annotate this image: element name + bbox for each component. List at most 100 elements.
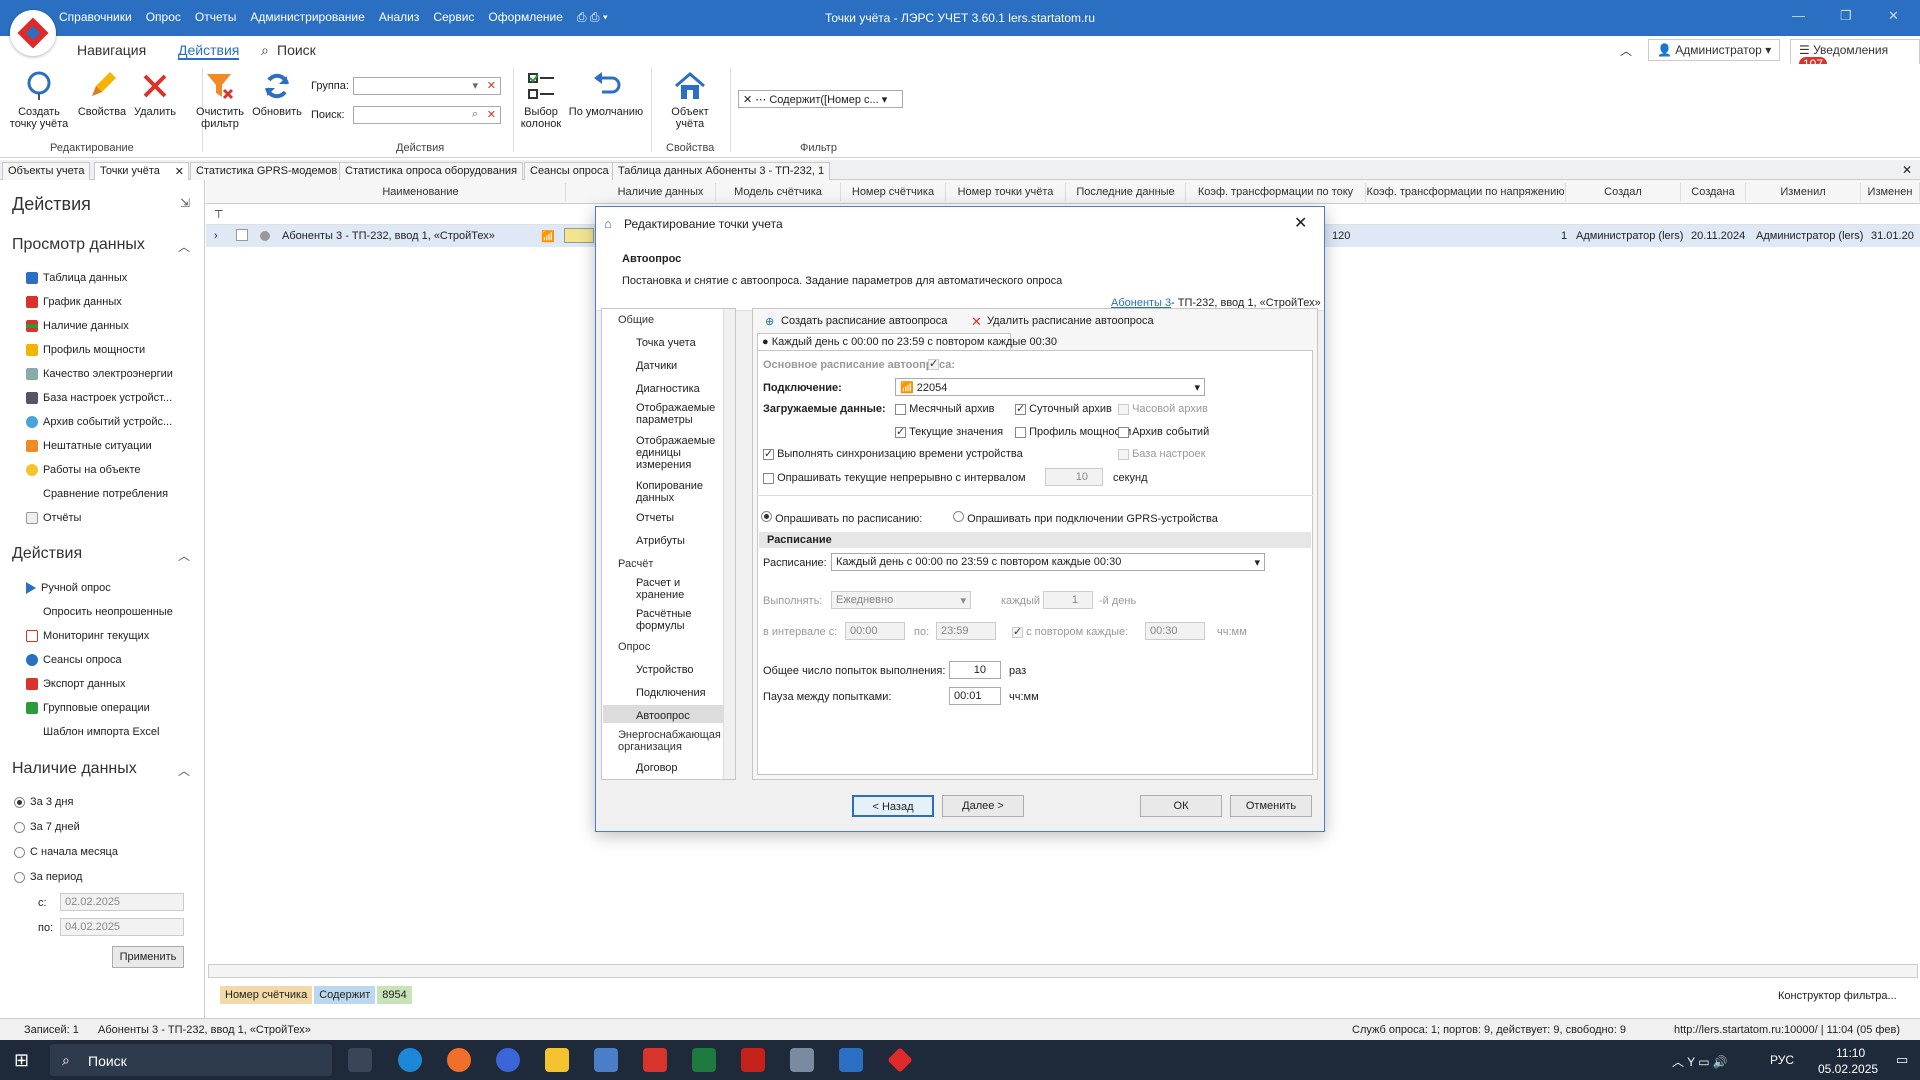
repeat-input[interactable]: 00:30	[1145, 622, 1205, 640]
col-created-by[interactable]: Создал	[1566, 183, 1681, 201]
every-input[interactable]: 1	[1043, 591, 1093, 609]
tab-search[interactable]: Поиск	[277, 42, 316, 58]
clock-date[interactable]: 05.02.2025	[1818, 1062, 1878, 1076]
chevron-up-icon[interactable]: ︿	[178, 547, 190, 564]
view-reports[interactable]: Отчёты	[26, 512, 81, 524]
col-meter-number[interactable]: Номер счётчика	[841, 183, 946, 201]
filter-icon[interactable]: ⊤	[214, 208, 224, 221]
next-button[interactable]: Далее >	[942, 795, 1024, 817]
excel-icon[interactable]	[692, 1048, 716, 1072]
action-group-ops[interactable]: Групповые операции	[26, 702, 150, 714]
cb-continuous[interactable]: Опрашивать текущие непрерывно с интервал…	[763, 472, 1026, 484]
view-power-profile[interactable]: Профиль мощности	[26, 344, 145, 356]
actions-header[interactable]: Действия	[12, 545, 82, 563]
tab-points[interactable]: Точки учёта ✕	[94, 162, 189, 180]
app-logo[interactable]	[10, 10, 56, 56]
col-last-data[interactable]: Последние данные	[1066, 183, 1186, 201]
view-chart[interactable]: График данных	[26, 296, 122, 308]
cb-monthly[interactable]: Месячный архив	[895, 403, 994, 415]
close-icon[interactable]: ✕	[1888, 8, 1899, 24]
object-button[interactable]: Объект учёта	[660, 70, 720, 130]
tree-formulas[interactable]: Расчётные формулы	[636, 608, 720, 632]
monitor-app-icon[interactable]	[839, 1048, 863, 1072]
view-settings-db[interactable]: База настроек устройст...	[26, 392, 172, 404]
chevron-up-icon[interactable]: ︿	[178, 238, 190, 255]
cb-current[interactable]: Текущие значения	[895, 425, 1003, 438]
close-icon[interactable]: ✕	[1294, 213, 1307, 233]
filter-chip-op[interactable]: Содержит	[314, 986, 376, 1004]
tab-poll-sessions[interactable]: Сеансы опроса	[524, 162, 615, 180]
availability-header[interactable]: Наличие данных	[12, 760, 137, 778]
cb-power[interactable]: Профиль мощности	[1015, 426, 1131, 438]
clear-icon[interactable]: ✕ ⋯	[743, 94, 769, 106]
create-point-button[interactable]: Создать точку учёта	[4, 70, 74, 130]
time-to-input[interactable]: 23:59	[936, 622, 996, 640]
group-select[interactable]: ▾ ✕	[353, 77, 501, 95]
default-button[interactable]: По умолчанию	[568, 70, 644, 118]
view-compare[interactable]: Сравнение потребления	[26, 488, 168, 500]
menu-admin[interactable]: Администрирование	[250, 10, 364, 25]
schedule-tab[interactable]: ● Каждый день с 00:00 по 23:59 с повторо…	[757, 333, 1057, 351]
store-icon[interactable]	[594, 1048, 618, 1072]
app-red-icon[interactable]	[643, 1048, 667, 1072]
to-date-input[interactable]: 04.02.2025	[60, 918, 184, 936]
schedule-select[interactable]: Каждый день с 00:00 по 23:59 с повтором …	[831, 553, 1265, 571]
view-table[interactable]: Таблица данных	[26, 272, 127, 284]
pin-icon[interactable]: ⇲	[180, 196, 190, 210]
cb-hourly[interactable]: Часовой архив	[1118, 403, 1208, 415]
col-point-number[interactable]: Номер точки учёта	[946, 183, 1066, 201]
period-3days[interactable]: За 3 дня	[14, 796, 73, 808]
cb-events[interactable]: Архив событий	[1118, 426, 1209, 438]
explorer-icon[interactable]	[545, 1048, 569, 1072]
menu-theme[interactable]: Оформление	[488, 10, 562, 25]
menu-poll[interactable]: Опрос	[146, 10, 181, 25]
cb-daily[interactable]: Суточный архив	[1015, 402, 1112, 415]
search-input[interactable]: ⌕ ✕	[353, 106, 501, 124]
task-view-icon[interactable]	[348, 1048, 372, 1072]
col-modified-by[interactable]: Изменил	[1746, 183, 1861, 201]
tree-calc-store[interactable]: Расчет и хранение	[636, 577, 720, 601]
cb-repeat[interactable]: с повтором каждые:	[1012, 625, 1128, 638]
expand-icon[interactable]: ›	[214, 227, 218, 245]
properties-button[interactable]: Свойства	[77, 70, 127, 118]
clear-icon[interactable]: ✕	[487, 79, 496, 92]
col-model[interactable]: Модель счётчика	[716, 183, 841, 201]
cancel-button[interactable]: Отменить	[1230, 795, 1312, 817]
user-menu[interactable]: 👤 Администратор ▾	[1648, 39, 1781, 61]
view-event-archive[interactable]: Архив событий устройс...	[26, 416, 172, 428]
chevron-up-icon[interactable]: ︿	[178, 762, 190, 779]
radio-by-schedule[interactable]: Опрашивать по расписанию:	[761, 511, 922, 525]
period-month[interactable]: С начала месяца	[14, 846, 118, 858]
tree-device[interactable]: Устройство	[636, 664, 694, 676]
choose-columns-button[interactable]: Выбор колонок	[516, 70, 566, 130]
create-schedule-icon[interactable]: ⊕	[765, 315, 774, 328]
tree-energy-org[interactable]: Энергоснабжающая организация	[618, 729, 722, 753]
language-indicator[interactable]: РУС	[1770, 1053, 1794, 1067]
refresh-button[interactable]: Обновить	[252, 70, 302, 118]
main-schedule-checkbox[interactable]	[928, 357, 939, 370]
filter-chip-value[interactable]: 8954	[377, 986, 412, 1004]
back-button[interactable]: < Назад	[852, 795, 934, 817]
tray-icons[interactable]: ︿ Y ▭ 🔊	[1672, 1053, 1728, 1070]
apply-button[interactable]: Применить	[112, 946, 184, 968]
cb-sync[interactable]: Выполнять синхронизацию времени устройст…	[763, 447, 1023, 460]
tree-disp-params[interactable]: Отображаемые параметры	[636, 402, 720, 426]
col-name[interactable]: Наименование	[276, 183, 566, 201]
action-monitoring[interactable]: Мониторинг текущих	[26, 630, 149, 642]
tree-general[interactable]: Общие	[618, 314, 654, 326]
col-created[interactable]: Создана	[1681, 183, 1746, 201]
tree-diagnostics[interactable]: Диагностика	[636, 383, 700, 395]
menu-analysis[interactable]: Анализ	[379, 10, 420, 25]
tree-reports[interactable]: Отчеты	[636, 512, 674, 524]
create-schedule-button[interactable]: Создать расписание автоопроса	[781, 315, 947, 327]
tab-poll-stats[interactable]: Статистика опроса оборудования	[339, 162, 524, 180]
menu-service[interactable]: Сервис	[433, 10, 474, 25]
attempts-input[interactable]: 10	[949, 661, 1001, 679]
menu-directories[interactable]: Справочники	[59, 10, 132, 25]
clear-filter-button[interactable]: Очистить фильтр	[190, 70, 250, 130]
view-data-header[interactable]: Просмотр данных	[12, 236, 145, 254]
connection-select[interactable]: 📶 22054 ▾	[895, 378, 1205, 396]
edge-icon[interactable]	[398, 1048, 422, 1072]
action-excel-template[interactable]: Шаблон импорта Excel	[26, 726, 159, 738]
minimize-icon[interactable]: —	[1792, 8, 1805, 23]
